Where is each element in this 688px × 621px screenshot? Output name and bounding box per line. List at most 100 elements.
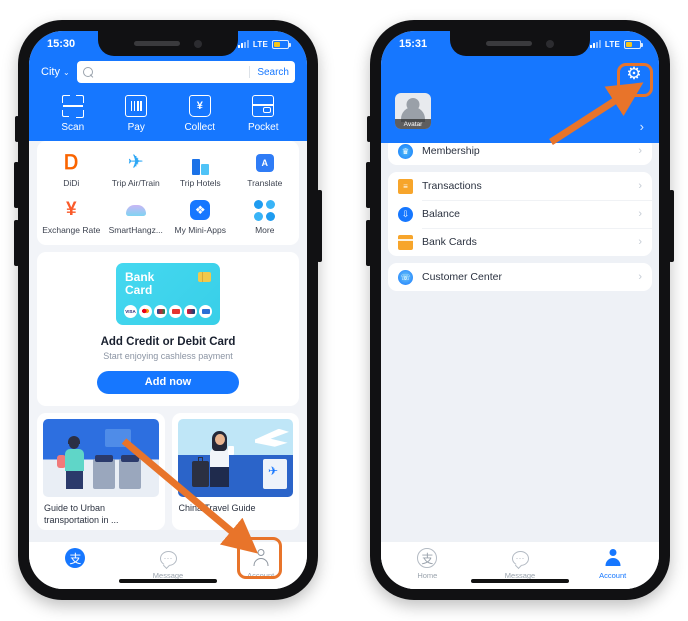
mini-apps-icon: ❖ bbox=[188, 198, 212, 222]
app-label: Translate bbox=[247, 179, 283, 188]
article-card[interactable]: Guide to Urban transportation in ... bbox=[37, 412, 165, 530]
turnstile-top-shape bbox=[121, 454, 139, 462]
menu-item-bank-cards[interactable]: Bank Cards › bbox=[388, 228, 652, 256]
settings-gear-icon[interactable]: ⚙ bbox=[623, 63, 645, 85]
search-input[interactable] bbox=[93, 66, 250, 78]
transactions-list-icon: ≡ bbox=[398, 178, 413, 194]
more-dots-icon bbox=[253, 198, 277, 222]
boarding-sign-shape: ✈ bbox=[263, 458, 287, 489]
power-button[interactable] bbox=[317, 190, 322, 262]
menu-item-label: Bank Cards bbox=[422, 236, 477, 248]
home-indicator bbox=[471, 579, 569, 583]
city-selector[interactable]: City ⌄ bbox=[41, 66, 70, 78]
quick-action-collect[interactable]: ¥ Collect bbox=[168, 95, 232, 133]
add-now-button[interactable]: Add now bbox=[97, 370, 239, 394]
menu-item-membership[interactable]: ♛ Membership › bbox=[388, 137, 652, 165]
volume-down-button[interactable] bbox=[14, 220, 19, 266]
visa-icon: VISA bbox=[124, 304, 137, 318]
app-my-mini-apps[interactable]: ❖ My Mini-Apps bbox=[168, 198, 233, 235]
quick-action-scan[interactable]: Scan bbox=[41, 95, 105, 133]
app-smart-hangzhou[interactable]: SmartHangz... bbox=[104, 198, 169, 235]
avatar-caption: Avatar bbox=[395, 119, 431, 129]
app-label: More bbox=[255, 226, 275, 236]
avatar[interactable]: Avatar bbox=[395, 93, 431, 129]
quick-action-pay[interactable]: Pay bbox=[105, 95, 169, 133]
tab-label: Account bbox=[599, 571, 627, 580]
didi-icon: Ꭰ bbox=[64, 152, 79, 174]
promo-subtitle: Start enjoying cashless payment bbox=[103, 350, 233, 361]
home-body: Ꭰ DiDi ✈ Trip Air/Train Trip Hotels A Tr… bbox=[29, 141, 307, 530]
account-person-icon bbox=[250, 547, 272, 569]
customer-service-icon: ☏ bbox=[398, 269, 413, 285]
mute-switch[interactable] bbox=[15, 116, 19, 142]
person-head-shape bbox=[214, 433, 225, 445]
amex-icon bbox=[169, 304, 182, 318]
article-title: Guide to Urban transportation in ... bbox=[44, 502, 119, 525]
app-trip-air-train[interactable]: ✈ Trip Air/Train bbox=[104, 151, 169, 188]
app-trip-hotels[interactable]: Trip Hotels bbox=[168, 151, 233, 188]
article-thumbnail bbox=[43, 418, 159, 497]
search-button[interactable]: Search bbox=[250, 67, 289, 78]
smartphone-shape bbox=[227, 445, 234, 455]
signal-icon bbox=[237, 40, 249, 48]
balance-wallet-icon: ⇩ bbox=[398, 206, 413, 222]
scan-icon bbox=[61, 95, 84, 118]
chevron-right-icon: › bbox=[638, 236, 642, 248]
promo-title: Add Credit or Debit Card bbox=[100, 335, 236, 348]
tab-label: Home bbox=[417, 571, 438, 580]
train-window-shape bbox=[105, 428, 131, 447]
tab-message[interactable]: ··· Message bbox=[122, 547, 215, 580]
app-translate[interactable]: A Translate bbox=[233, 151, 298, 188]
phone-screen-account: 15:31 LTE ⚙ Avatar › ♛ Membership › ≡ Tr… bbox=[381, 31, 659, 589]
volume-up-button[interactable] bbox=[14, 162, 19, 208]
airplane-shape bbox=[255, 428, 289, 447]
tab-home[interactable]: 支 bbox=[29, 547, 122, 571]
translate-icon: A bbox=[253, 151, 277, 175]
wallet-icon bbox=[252, 95, 275, 117]
earpiece-speaker bbox=[486, 41, 532, 46]
front-camera bbox=[546, 39, 554, 48]
status-time: 15:30 bbox=[47, 38, 76, 50]
battery-icon bbox=[272, 39, 291, 49]
tab-account[interactable]: Account bbox=[214, 547, 307, 580]
network-label: LTE bbox=[252, 39, 268, 49]
power-button[interactable] bbox=[669, 190, 674, 262]
turnstile-shape bbox=[119, 458, 141, 489]
article-card[interactable]: ✈ China Travel Guide bbox=[171, 412, 299, 530]
menu-item-balance[interactable]: ⇩ Balance › bbox=[388, 200, 652, 228]
profile-chevron-icon[interactable]: › bbox=[640, 119, 644, 134]
tab-home[interactable]: 支 Home bbox=[381, 547, 474, 580]
device-notch bbox=[98, 31, 238, 56]
status-time: 15:31 bbox=[399, 38, 428, 50]
volume-up-button[interactable] bbox=[366, 162, 371, 208]
search-box[interactable]: Search bbox=[76, 61, 295, 83]
battery-icon bbox=[624, 39, 643, 49]
app-didi[interactable]: Ꭰ DiDi bbox=[39, 151, 104, 188]
phone-device-left: 15:30 LTE City ⌄ Search Scan Pay ¥ Colle… bbox=[14, 20, 322, 600]
earpiece-speaker bbox=[134, 41, 180, 46]
menu-item-label: Transactions bbox=[422, 180, 482, 192]
jcb-icon bbox=[154, 304, 167, 318]
home-indicator bbox=[119, 579, 217, 583]
menu-item-transactions[interactable]: ≡ Transactions › bbox=[388, 172, 652, 200]
person-skirt-shape bbox=[66, 468, 83, 489]
article-thumbnail: ✈ bbox=[177, 418, 293, 497]
barcode-icon bbox=[125, 95, 148, 117]
app-label: Exchange Rate bbox=[42, 226, 101, 236]
app-label: Trip Air/Train bbox=[111, 179, 160, 188]
app-exchange-rate[interactable]: ¥ Exchange Rate bbox=[39, 198, 104, 235]
tab-account[interactable]: Account bbox=[566, 547, 659, 580]
app-more[interactable]: More bbox=[233, 198, 298, 235]
quick-action-pocket[interactable]: Pocket bbox=[232, 95, 296, 133]
card-networks: VISA bbox=[124, 304, 212, 318]
alipay-logo-icon: 支 bbox=[416, 547, 438, 569]
bank-card-graphic: Bank Card VISA bbox=[116, 262, 220, 325]
chevron-down-icon: ⌄ bbox=[62, 67, 70, 77]
volume-down-button[interactable] bbox=[366, 220, 371, 266]
tab-message[interactable]: ··· Message bbox=[474, 547, 567, 580]
menu-item-label: Customer Center bbox=[422, 271, 502, 283]
add-card-promo: Bank Card VISA Add Credit or Debit Card … bbox=[37, 251, 299, 406]
tab-label: Account bbox=[247, 571, 275, 580]
mute-switch[interactable] bbox=[367, 116, 371, 142]
menu-item-customer-center[interactable]: ☏ Customer Center › bbox=[388, 263, 652, 291]
